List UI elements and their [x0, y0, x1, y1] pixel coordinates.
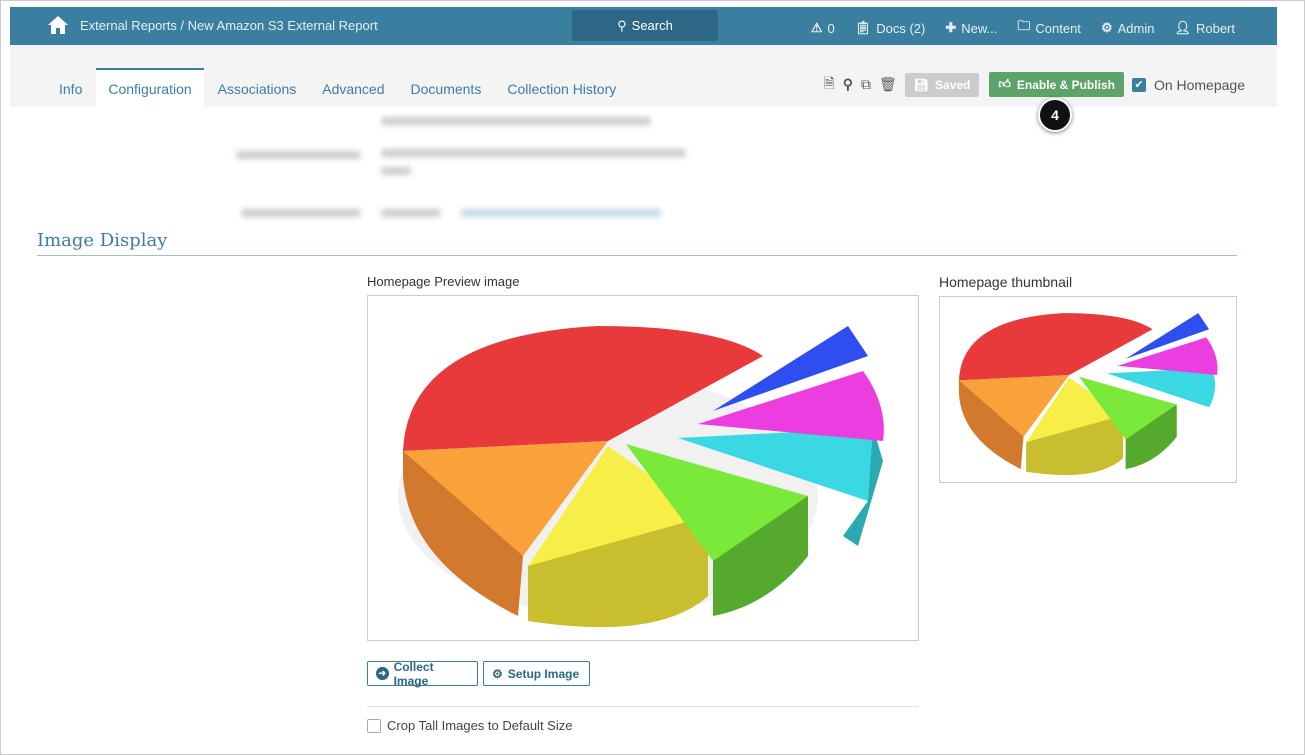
preview-image — [367, 295, 919, 641]
divider — [37, 255, 1237, 256]
on-homepage-label: On Homepage — [1153, 76, 1245, 93]
folder-icon: 🗀 — [1017, 18, 1031, 33]
alerts-link[interactable]: ⚠ 0 — [811, 20, 835, 36]
enable-publish-button[interactable]: 👍︎ Enable & Publish — [989, 72, 1124, 97]
crop-tall-images-checkbox[interactable] — [367, 718, 381, 733]
tab-advanced[interactable]: Advanced — [310, 68, 396, 108]
admin-label: Admin — [1117, 20, 1155, 36]
saved-button[interactable]: 💾︎ Saved — [904, 72, 980, 97]
document-icon[interactable]: 🗎 — [823, 73, 834, 97]
copy-icon[interactable]: ⧉ — [861, 76, 871, 93]
gear-icon: ⚙ — [1100, 20, 1113, 35]
alerts-count: 0 — [827, 20, 835, 36]
breadcrumb[interactable]: External Reports / New Amazon S3 Externa… — [80, 18, 378, 33]
docs-link[interactable]: 📋︎ Docs (2) — [855, 20, 926, 36]
trash-icon[interactable]: 🗑︎ — [879, 76, 897, 93]
new-label: New... — [961, 20, 998, 36]
tab-documents[interactable]: Documents — [399, 68, 494, 108]
search-label: Search — [631, 18, 673, 33]
plus-icon: ✚ — [945, 20, 957, 35]
top-navbar: External Reports / New Amazon S3 Externa… — [10, 7, 1277, 45]
docs-label: Docs (2) — [876, 20, 926, 36]
search-icon: ⚲ — [617, 17, 627, 33]
search-button[interactable]: ⚲ Search — [572, 10, 718, 41]
tab-bar: Info Configuration Associations Advanced… — [10, 45, 1277, 107]
save-icon: 💾︎ — [913, 77, 930, 92]
clipboard-icon: 📋︎ — [854, 20, 872, 35]
search-icon[interactable]: ⚲ — [843, 76, 853, 93]
publish-label: Enable & Publish — [1016, 77, 1115, 92]
tab-info[interactable]: Info — [47, 68, 94, 108]
crop-label: Crop Tall Images to Default Size — [387, 718, 573, 733]
pie-chart-thumbnail — [958, 313, 1218, 476]
content-label: Content — [1035, 20, 1081, 36]
content-link[interactable]: 🗀 Content — [1017, 17, 1081, 39]
admin-link[interactable]: ⚙ Admin — [1101, 20, 1155, 36]
user-label: Robert — [1195, 20, 1235, 36]
arrow-right-circle-icon: ➜ — [376, 667, 389, 680]
pie-chart-image — [398, 326, 884, 628]
thumbnail-label: Homepage thumbnail — [939, 274, 1073, 290]
divider — [367, 706, 918, 707]
gear-icon: ⚙ — [492, 666, 503, 681]
thumbs-up-icon: 👍︎ — [998, 77, 1011, 91]
collect-image-button[interactable]: ➜ Collect Image — [367, 659, 478, 688]
saved-label: Saved — [935, 77, 971, 92]
on-homepage-checkbox[interactable]: ✔ — [1131, 77, 1146, 92]
blurred-fields — [206, 109, 701, 224]
user-icon: 👤︎ — [1174, 20, 1191, 35]
thumbnail-image — [939, 296, 1237, 483]
setup-image-button[interactable]: ⚙ Setup Image — [483, 661, 590, 686]
section-title: Image Display — [37, 230, 168, 251]
preview-label: Homepage Preview image — [367, 274, 520, 289]
tab-configuration[interactable]: Configuration — [96, 68, 204, 107]
step-badge: 4 — [1038, 98, 1072, 132]
tab-collection-history[interactable]: Collection History — [495, 68, 628, 108]
setup-label: Setup Image — [507, 666, 580, 681]
new-link[interactable]: ✚ New... — [945, 20, 997, 36]
user-link[interactable]: 👤︎ Robert — [1174, 20, 1235, 36]
warning-icon: ⚠ — [810, 20, 823, 35]
tab-associations[interactable]: Associations — [206, 68, 309, 108]
home-icon[interactable] — [47, 15, 69, 35]
collect-label: Collect Image — [393, 659, 434, 688]
